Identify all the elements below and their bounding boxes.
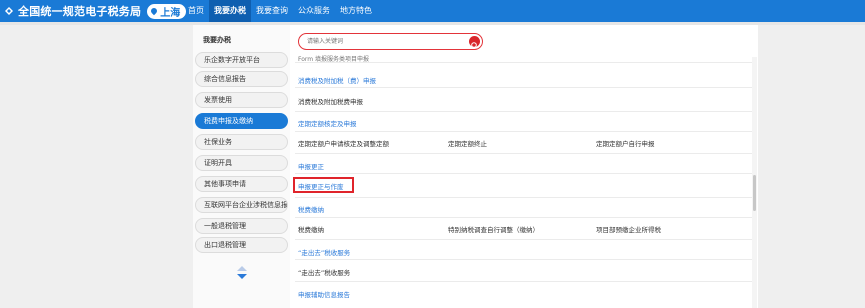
divider: [295, 259, 753, 260]
item-fixed-quota-apply[interactable]: 定期定额户申请核定及调整定额: [298, 138, 389, 148]
section-declaration-correction[interactable]: 申报更正: [298, 161, 324, 171]
sidebar-item-info-report[interactable]: 综合信息报告: [195, 71, 288, 87]
sidebar-item-certificate[interactable]: 证明开具: [195, 155, 288, 171]
item-tax-payment[interactable]: 税费缴纳: [298, 224, 324, 234]
item-fixed-quota-self-declare[interactable]: 定期定额户自行申报: [596, 138, 655, 148]
nav-public-service[interactable]: 公众服务: [293, 0, 335, 22]
divider: [295, 197, 753, 198]
nav-query[interactable]: 我要查询: [251, 0, 293, 22]
section-fixed-quota[interactable]: 定期定额核定及申报: [298, 118, 357, 128]
sidebar: 我要办税 乐企数字开放平台 综合信息报告 发票使用 税费申报及缴纳 社保业务 证…: [193, 25, 290, 308]
sidebar-item-other-applications[interactable]: 其他事项申请: [195, 176, 288, 192]
divider: [295, 173, 753, 174]
main-nav: 首页 我要办税 我要查询 公众服务 地方特色: [183, 0, 377, 22]
sidebar-scroll-arrows-icon[interactable]: [236, 265, 248, 281]
sidebar-item-social-security[interactable]: 社保业务: [195, 134, 288, 150]
main-content: Form 填报服务类项目申报 消费税及附加税（费）申报 消费税及附加税费申报 定…: [290, 25, 758, 308]
sidebar-item-export-refund[interactable]: 出口退税管理: [195, 237, 288, 253]
divider: [295, 87, 753, 88]
sidebar-item-tax-declaration[interactable]: 税费申报及缴纳: [195, 113, 288, 129]
item-project-prepaid-income-tax[interactable]: 项目部预缴企业所得税: [596, 224, 661, 234]
item-fixed-quota-terminate[interactable]: 定期定额终止: [448, 138, 487, 148]
divider: [295, 217, 753, 218]
sidebar-item-general-refund[interactable]: 一般退税管理: [195, 218, 288, 234]
sidebar-item-internet-platform[interactable]: 互联网平台企业涉税信息报送: [195, 197, 288, 213]
divider: [295, 281, 753, 282]
location-pin-icon: [149, 6, 159, 16]
item-consumption-tax-declaration[interactable]: 消费税及附加税费申报: [298, 96, 363, 106]
section-going-out[interactable]: “走出去”税收服务: [298, 247, 350, 257]
sidebar-title: 我要办税: [203, 36, 231, 44]
divider: [295, 131, 753, 132]
top-bar: 全国统一规范电子税务局 上海 首页 我要办税 我要查询 公众服务 地方特色: [0, 0, 865, 22]
divider: [295, 62, 753, 63]
nav-local-features[interactable]: 地方特色: [335, 0, 377, 22]
brand[interactable]: 全国统一规范电子税务局 上海: [4, 2, 187, 20]
highlight-box: [293, 177, 354, 193]
sidebar-item-invoice[interactable]: 发票使用: [195, 92, 288, 108]
nav-home[interactable]: 首页: [183, 0, 209, 22]
section-consumption-tax[interactable]: 消费税及附加税（费）申报: [298, 75, 376, 85]
item-special-tax-adjustment[interactable]: 特别纳税调查自行调整（缴纳）: [448, 224, 539, 234]
divider: [295, 153, 753, 154]
item-going-out-service[interactable]: “走出去”税收服务: [298, 267, 350, 277]
divider: [295, 111, 753, 112]
divider: [295, 239, 753, 240]
region-selector[interactable]: 上海: [147, 3, 187, 19]
right-margin: [758, 25, 865, 308]
left-margin: [0, 25, 193, 308]
scrollbar-thumb[interactable]: [753, 175, 756, 211]
search-icon: [471, 42, 478, 49]
sidebar-item-leqi-platform[interactable]: 乐企数字开放平台: [195, 52, 288, 68]
nav-tax-handling[interactable]: 我要办税: [209, 0, 251, 22]
search-button[interactable]: [469, 36, 480, 49]
logo-icon: [5, 7, 13, 15]
region-label: 上海: [160, 7, 181, 19]
section-auxiliary-info[interactable]: 申报辅助信息报告: [298, 289, 350, 299]
search-box: [298, 33, 483, 50]
section-tax-payment[interactable]: 税费缴纳: [298, 204, 324, 214]
search-input[interactable]: [307, 35, 467, 48]
brand-title: 全国统一规范电子税务局: [18, 5, 142, 18]
